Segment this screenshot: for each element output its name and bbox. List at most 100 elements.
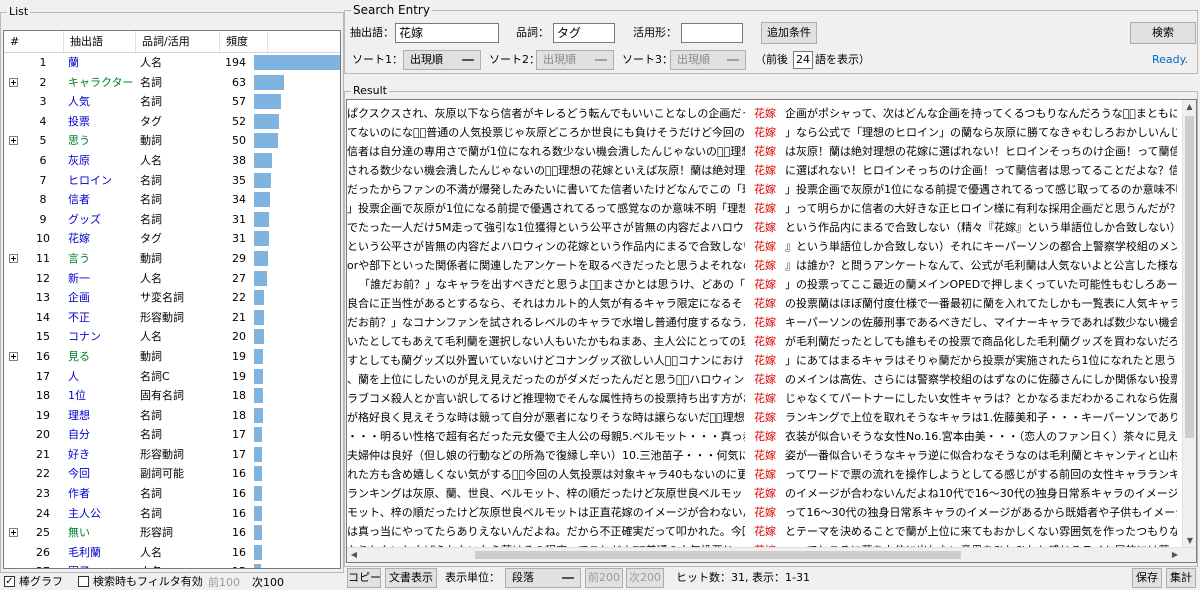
document-view-button[interactable]: 文書表示 [385, 568, 437, 588]
list-item[interactable]: 11 言う 動詞 29 [4, 249, 340, 269]
result-row[interactable]: 良合に正当性があるとするなら、それはカルト的人気が有るキャラ限定になるそして理想… [347, 294, 1196, 313]
bar-graph-checkbox[interactable]: ✓ 棒グラフ [4, 574, 63, 588]
search-button[interactable]: 検索 [1130, 22, 1196, 44]
result-row[interactable]: 、蘭を上位にしたいのが見え見えだったのがダメだったんだと思う。🏼ハロウィンの 花嫁… [347, 370, 1196, 389]
result-row[interactable]: モット、梓の順だったけど灰原世良ベルモットは正直花嫁のイメージが合わないんだよね… [347, 503, 1196, 522]
expand-plus-icon[interactable] [9, 528, 18, 538]
list-item[interactable]: 10 花嫁 タグ 31 [4, 229, 340, 249]
result-prev-button[interactable]: 前200 [585, 568, 623, 588]
save-button[interactable]: 保存 [1132, 568, 1162, 588]
filter-checkbox[interactable]: 検索時もフィルタ有効 [78, 574, 203, 588]
list-item[interactable]: 5 思う 動詞 50 [4, 131, 340, 151]
col-header-word[interactable]: 抽出語 [64, 31, 136, 52]
expand-plus-icon[interactable] [9, 253, 18, 263]
result-row[interactable]: は真っ当にやってたらありえないんだよね。だから不正確実だって叩かれた。今回は 花嫁… [347, 522, 1196, 541]
list-item[interactable]: 15 コナン 人名 20 [4, 327, 340, 347]
list-item[interactable]: 9 グッズ 名詞 31 [4, 210, 340, 230]
list-item[interactable]: 23 作者 名詞 16 [4, 484, 340, 504]
row-word: 園子 [64, 562, 136, 568]
list-item[interactable]: 17 人 名詞C 19 [4, 367, 340, 387]
list-item[interactable]: 3 人気 名詞 57 [4, 92, 340, 112]
left-context: ランキングは灰原、蘭、世良、ベルモット、梓の順だったけど灰原世良ベルモットは正直 [347, 487, 745, 500]
checkbox-checked-icon: ✓ [4, 575, 15, 587]
frequency-bar [254, 368, 263, 384]
frequency-bar [254, 113, 279, 129]
result-row[interactable]: れた方も含め嬉しくない気がするよ🏼今回の人気投票は対象キャラ40もないのに更に花… [347, 465, 1196, 484]
result-row[interactable]: が格好良く見えそうな時は競って自分が悪者になりそうな時は譲らないだけ🏼理想の 花嫁… [347, 408, 1196, 427]
result-row[interactable]: いたとしてもあえて毛利蘭を選択しない人もいたかもねまあ、主人公にとっての理想の花… [347, 332, 1196, 351]
frequency-bar-cell [246, 484, 340, 504]
list-item[interactable]: 25 無い 形容詞 16 [4, 523, 340, 543]
list-prev-button[interactable]: 前100 [208, 574, 240, 590]
col-header-pos[interactable]: 品詞/活用 [136, 31, 220, 52]
result-row[interactable]: 」投票企画で灰原が1位になる前提で優遇されてるって感覚なのか意味不明「理想の 花嫁… [347, 199, 1196, 218]
word-input[interactable]: 花嫁 [395, 23, 499, 43]
result-list[interactable]: ぱクスクスされ、灰原以下なら信者がキレるどう転んでもいいことなしの企画だったね🏼… [346, 99, 1197, 563]
list-item[interactable]: 27園子人名15 [4, 562, 340, 568]
col-header-freq[interactable]: 頻度 [220, 31, 268, 52]
context-input[interactable]: 24 [793, 51, 813, 69]
list-item[interactable]: 2 キャラクター 名詞 63 [4, 73, 340, 93]
result-row[interactable]: でたった一人だけ5M走って強引な1位獲得という公平さが皆無の内容だよハロウィンの… [347, 218, 1196, 237]
conj-input[interactable] [681, 23, 743, 43]
result-row[interactable]: だったからファンの不満が爆発したみたいに書いてた信者いたけどなんでこの「理想の花… [347, 180, 1196, 199]
sort1-select[interactable]: 出現順 [403, 50, 481, 70]
list-item[interactable]: 22 今回 副詞可能 16 [4, 464, 340, 484]
list-item[interactable]: 8 信者 名詞 34 [4, 190, 340, 210]
word-list[interactable]: # 抽出語 品詞/活用 頻度 1 蘭人名 194 2 キャラクター 名詞 63 3 人気 名詞 57… [3, 30, 341, 569]
scroll-down-icon[interactable]: ▼ [1183, 534, 1196, 548]
result-row[interactable]: だお前？」なコナンファンを試されるレベルのキャラで水増し普通付度するなうハロウィ… [347, 313, 1196, 332]
result-row[interactable]: 「誰だお前？」なキャラを出すべきだと思うよな🏼まさかとは思うけ、どあの「 花嫁 」の… [347, 275, 1196, 294]
list-item[interactable]: 7 ヒロイン 名詞 35 [4, 171, 340, 191]
expand-plus-icon[interactable] [9, 351, 18, 361]
list-next-button[interactable]: 次100 [252, 574, 284, 590]
expand-plus-icon[interactable] [9, 77, 18, 87]
sort3-select[interactable]: 出現順 [670, 50, 746, 70]
copy-button[interactable]: コピー [347, 568, 381, 588]
result-row[interactable]: orや部下といった関係者に関連したアンケートを取るべきだったと思うよそれなのに『… [347, 256, 1196, 275]
expand-plus-icon[interactable] [9, 136, 18, 146]
result-row[interactable]: ラブコメ殺人とか言い訳してるけど推理物でそんな属性持ちの投票持ち出す方がおかしい… [347, 389, 1196, 408]
list-item[interactable]: 26 毛利蘭 人名 16 [4, 543, 340, 563]
list-item[interactable]: 19 理想 名詞 18 [4, 406, 340, 426]
result-next-button[interactable]: 次200 [626, 568, 664, 588]
frequency-bar [254, 94, 281, 110]
result-row[interactable]: てないのになぁ🏼普通の人気投票じゃ灰原どころか世良にも負けそうだけど今回の「理想… [347, 123, 1196, 142]
right-context: 姿が一番似合いそうなキャラ逆に似合わなそうなのは毛利蘭とキャンティと山村ミサエだ… [785, 449, 1177, 462]
list-item[interactable]: 4 投票 タグ 52 [4, 112, 340, 132]
list-item[interactable]: 1 蘭 人名 194 [4, 53, 340, 73]
result-row[interactable]: ランキングは灰原、蘭、世良、ベルモット、梓の順だったけど灰原世良ベルモットは正直… [347, 484, 1196, 503]
scroll-up-icon[interactable]: ▲ [1183, 100, 1196, 114]
vertical-scroll-thumb[interactable] [1185, 116, 1194, 438]
aggregate-button[interactable]: 集計 [1166, 568, 1196, 588]
result-row[interactable]: すとしても蘭グッズ以外置いていないけどコナングッズ欲しい人位🏼コナンにおける「理… [347, 351, 1196, 370]
list-item[interactable]: 16 見る 動詞 19 [4, 347, 340, 367]
result-row[interactable]: される数少ない機会潰したんじゃないの？🏼理想の花嫁といえば灰原！蘭は絶対理想の花… [347, 161, 1196, 180]
result-row[interactable]: 夫婦仲は良好（但し娘の行動などの所為で復縁し辛い）10.三池苗子・・・何気に 花嫁… [347, 446, 1196, 465]
result-row[interactable]: ぱクスクスされ、灰原以下なら信者がキレるどう転んでもいいことなしの企画だったね🏼… [347, 104, 1196, 123]
scroll-right-icon[interactable]: ▶ [1168, 548, 1182, 562]
list-item[interactable]: 12 新一 人名 27 [4, 269, 340, 289]
unit-select[interactable]: 段落 [505, 568, 581, 588]
list-item[interactable]: 13 企画 サ変名詞 22 [4, 288, 340, 308]
list-item[interactable]: 18 1位 固有名詞 18 [4, 386, 340, 406]
result-row[interactable]: ・・・明るい性格で超有名だった元女優で主人公の母親5.ベルモット・・・真っ赤に染… [347, 427, 1196, 446]
result-row[interactable]: 信者は自分達の専用さで蘭が1位になれる数少ない機会潰したんじゃないの？🏼理想の花… [347, 142, 1196, 161]
horizontal-scroll-thumb[interactable] [475, 551, 961, 559]
list-item[interactable]: 6 灰原 人名 38 [4, 151, 340, 171]
sort2-select[interactable]: 出現順 [536, 50, 614, 70]
keyword: 花嫁 [754, 316, 776, 329]
col-header-num[interactable]: # [4, 31, 64, 52]
list-item[interactable]: 24 主人公 名詞 16 [4, 504, 340, 524]
vertical-scrollbar[interactable]: ▲ ▼ [1182, 100, 1196, 548]
list-item[interactable]: 21 好き 形容動詞 17 [4, 445, 340, 465]
frequency-bar [254, 133, 278, 149]
list-item[interactable]: 20 自分 名詞 17 [4, 425, 340, 445]
result-row[interactable]: という公平さが皆無の内容だよハロウィンの花嫁という作品内にまるで合致しない（精々… [347, 237, 1196, 256]
scroll-left-icon[interactable]: ◀ [347, 548, 361, 562]
list-item[interactable]: 14 不正 形容動詞 21 [4, 308, 340, 328]
add-condition-button[interactable]: 追加条件 [761, 22, 817, 44]
pos-input[interactable]: タグ [553, 23, 615, 43]
unit-value: 段落 [512, 571, 534, 584]
horizontal-scrollbar[interactable]: ◀ ▶ [347, 547, 1196, 562]
